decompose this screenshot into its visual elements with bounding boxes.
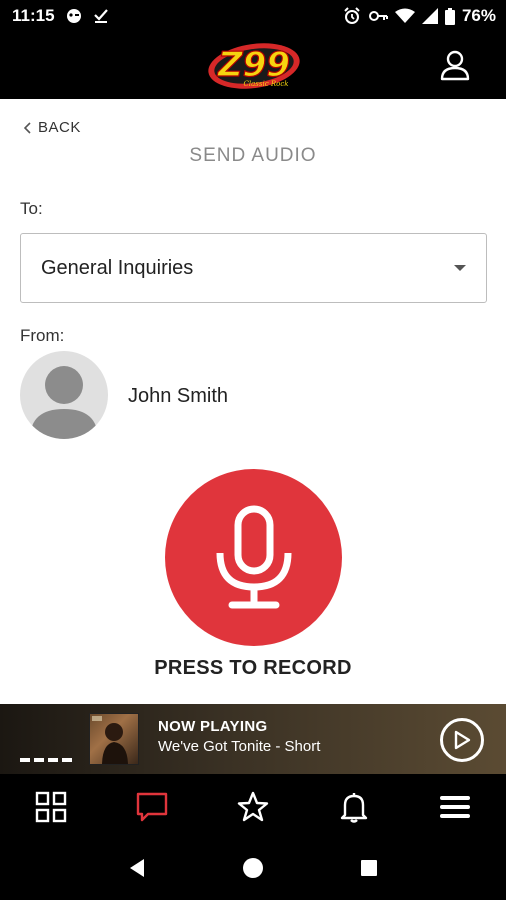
bottom-nav	[0, 774, 506, 840]
play-icon	[454, 730, 471, 750]
dropdown-arrow-icon	[454, 265, 466, 271]
play-button[interactable]	[440, 718, 484, 762]
send-audio-content: BACK SEND AUDIO To: General Inquiries Fr…	[0, 99, 506, 704]
game-icon	[65, 8, 83, 24]
svg-text:Z99: Z99	[217, 45, 290, 85]
record-button[interactable]	[165, 469, 342, 646]
star-icon	[237, 791, 269, 822]
battery-level: 76%	[461, 6, 496, 25]
now-playing-label: NOW PLAYING	[158, 718, 268, 735]
station-logo[interactable]: Z99 Classic Rock	[204, 36, 304, 92]
system-back-icon[interactable]	[128, 858, 146, 883]
recipient-value: General Inquiries	[41, 256, 194, 279]
nav-favorites[interactable]	[202, 774, 303, 840]
recipient-select[interactable]: General Inquiries	[20, 233, 487, 303]
now-playing-info: NOW PLAYING We've Got Tonite - Short	[158, 718, 320, 755]
profile-button[interactable]	[438, 48, 472, 82]
system-home-icon[interactable]	[242, 857, 264, 884]
battery-icon	[444, 7, 455, 25]
grid-icon	[35, 791, 66, 823]
sender-name: John Smith	[128, 385, 229, 407]
vpn-key-icon	[368, 9, 388, 23]
download-done-icon	[93, 8, 109, 24]
bell-icon	[341, 793, 368, 823]
user-icon	[440, 50, 470, 81]
system-recents-icon[interactable]	[360, 859, 378, 882]
record-label: PRESS TO RECORD	[154, 657, 352, 679]
status-time: 11:15	[12, 6, 55, 25]
menu-icon	[440, 796, 471, 818]
nav-menu[interactable]	[405, 774, 506, 840]
wifi-icon	[394, 8, 415, 24]
svg-text:Classic Rock: Classic Rock	[244, 80, 289, 88]
signal-icon	[421, 8, 438, 24]
now-playing-bar[interactable]: NOW PLAYING We've Got Tonite - Short	[0, 704, 506, 774]
to-label: To:	[20, 199, 43, 218]
back-label: BACK	[38, 119, 81, 136]
chat-icon	[136, 792, 167, 822]
microphone-icon	[216, 505, 291, 608]
alarm-icon	[343, 7, 361, 25]
from-label: From:	[20, 326, 65, 345]
album-art	[89, 713, 139, 765]
queue-indicator[interactable]	[20, 758, 72, 762]
nav-home[interactable]	[0, 774, 101, 840]
nav-notifications[interactable]	[304, 774, 405, 840]
system-nav-bar	[0, 840, 506, 900]
nav-messages[interactable]	[101, 774, 202, 840]
person-icon	[30, 366, 98, 439]
chevron-left-icon	[24, 121, 31, 134]
back-button[interactable]: BACK	[24, 119, 81, 136]
avatar	[20, 351, 108, 439]
track-title: We've Got Tonite - Short	[158, 738, 321, 755]
status-bar: 11:15 76%	[0, 0, 506, 32]
page-title: SEND AUDIO	[189, 145, 317, 166]
app-header: Z99 Classic Rock	[0, 32, 506, 99]
